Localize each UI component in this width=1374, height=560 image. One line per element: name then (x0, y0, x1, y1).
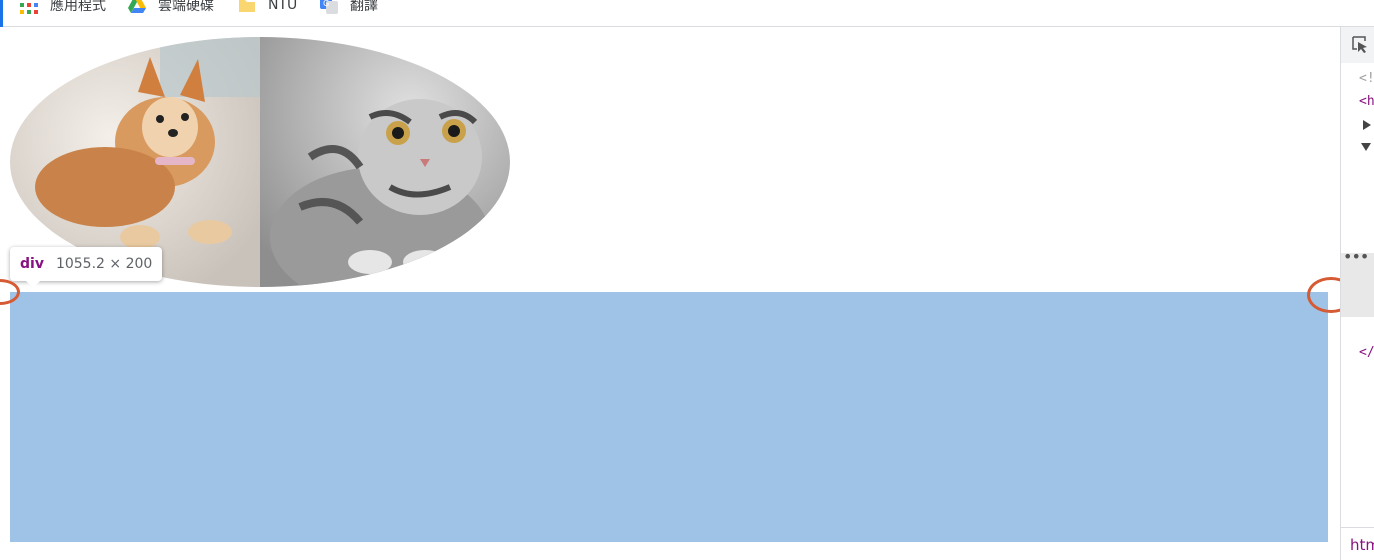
devtools-breadcrumb-bar: htm (1341, 527, 1374, 560)
dom-line-close[interactable]: </ (1359, 345, 1374, 360)
element-tooltip: div 1055.2 × 200 (10, 247, 163, 281)
page-viewport: div 1055.2 × 200 (0, 27, 1355, 560)
inspect-element-button[interactable] (1341, 27, 1374, 63)
google-drive-icon (128, 0, 146, 13)
tooltip-dimensions: 1055.2 × 200 (55, 256, 153, 272)
dom-line-html[interactable]: <h (1359, 94, 1374, 109)
bookmark-label: NTU (268, 0, 298, 13)
inspected-div-highlight (10, 292, 1328, 542)
google-translate-icon: G (320, 0, 338, 14)
collapse-triangle-icon[interactable] (1361, 143, 1371, 151)
devtools-panel: <! <h ••• </ htm (1340, 27, 1374, 560)
bookmark-label: 雲端硬碟 (158, 0, 214, 14)
bookmark-label: 應用程式 (50, 0, 106, 14)
expand-triangle-icon[interactable] (1363, 120, 1371, 130)
dom-line-doctype[interactable]: <! (1359, 71, 1374, 86)
bookmark-label: 翻譯 (350, 0, 378, 14)
bookmark-ntu[interactable]: NTU (238, 0, 297, 15)
folder-icon (239, 0, 255, 12)
more-dots-icon[interactable]: ••• (1343, 247, 1369, 266)
tooltip-arrow (26, 281, 40, 288)
bookmark-drive[interactable]: 雲端硬碟 (128, 0, 214, 15)
svg-text:G: G (323, 0, 329, 8)
bookmark-translate[interactable]: G 翻譯 (320, 0, 378, 15)
apps-grid-icon (20, 3, 38, 14)
tooltip-tag: div (20, 256, 44, 272)
breadcrumb-html[interactable]: htm (1350, 536, 1374, 554)
selected-dom-node[interactable]: ••• (1341, 247, 1374, 317)
cursor-select-icon (1352, 36, 1367, 53)
bookmark-apps[interactable]: 應用程式 (20, 0, 106, 15)
cat-photo (260, 37, 510, 287)
bookmarks-bar: 應用程式 雲端硬碟 NTU G 翻譯 (0, 0, 1374, 27)
